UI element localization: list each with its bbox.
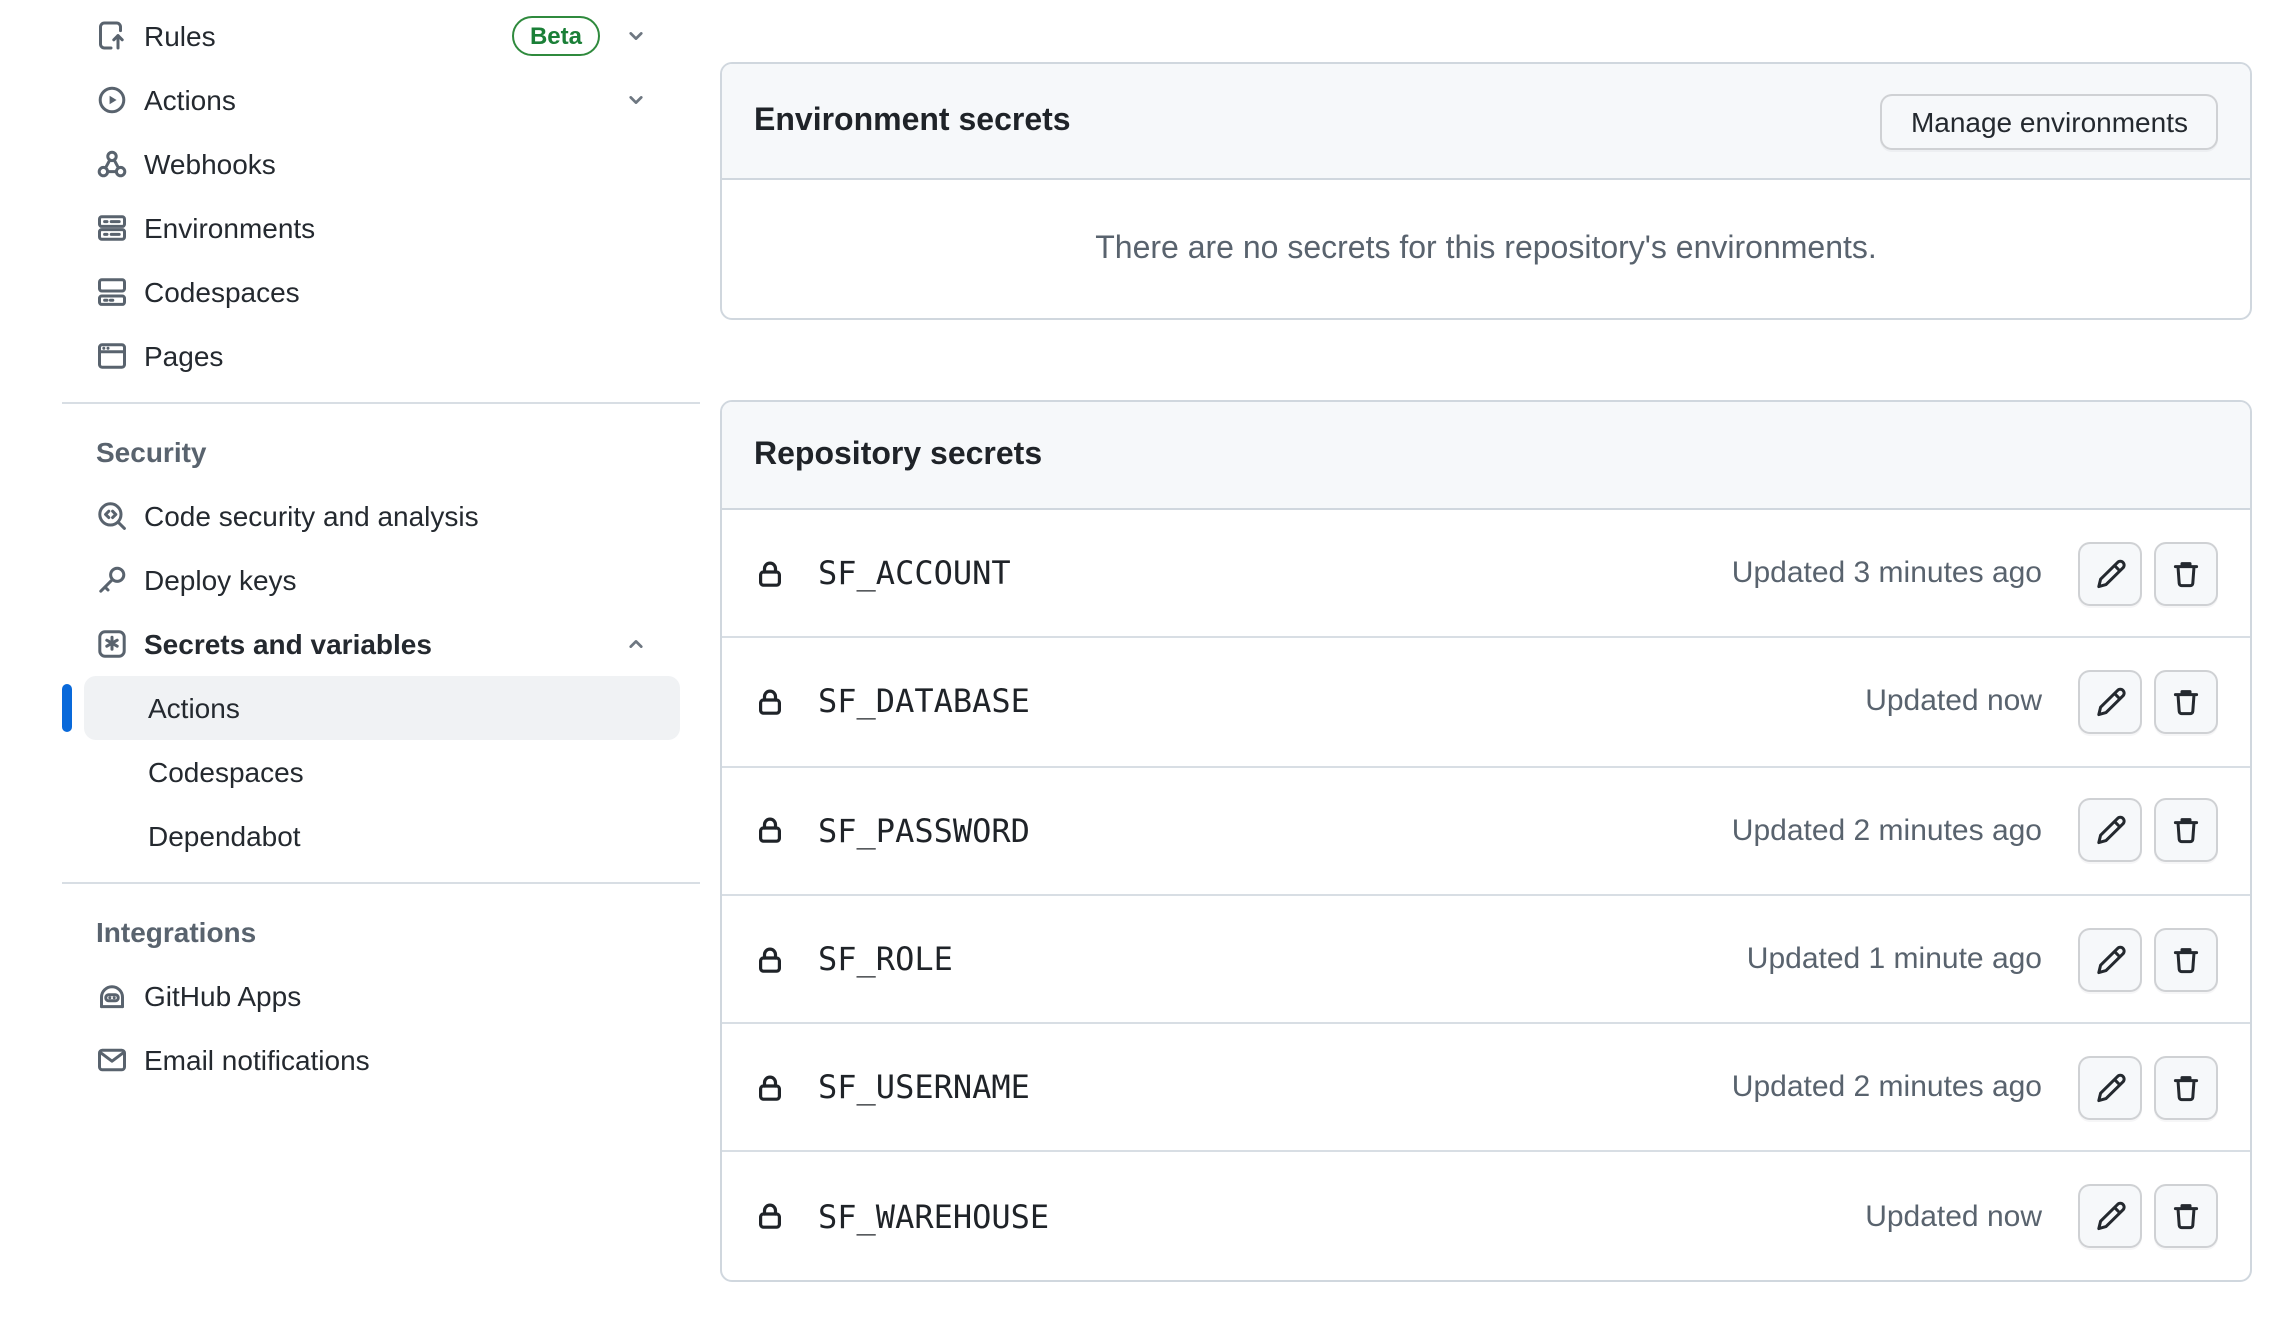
delete-secret-button[interactable] [2154, 798, 2218, 862]
edit-secret-button[interactable] [2078, 798, 2142, 862]
sidebar-item-label: Email notifications [144, 1044, 370, 1076]
sidebar-item-rules[interactable]: Rules Beta [84, 4, 680, 68]
secret-row: SF_ACCOUNT Updated 3 minutes ago [722, 510, 2250, 639]
delete-secret-button[interactable] [2154, 927, 2218, 991]
sidebar-item-label: Rules [144, 20, 216, 52]
sidebar-item-label: Webhooks [144, 148, 276, 180]
key-icon [96, 564, 128, 596]
sidebar-item-label: GitHub Apps [144, 980, 301, 1012]
repository-secrets-header: Repository secrets [722, 402, 2250, 510]
sidebar-section-integrations: Integrations [62, 904, 700, 960]
settings-sidebar: Rules Beta Actions [62, 0, 700, 1092]
delete-secret-button[interactable] [2154, 670, 2218, 734]
sidebar-item-actions[interactable]: Actions [84, 68, 680, 132]
secret-updated: Updated now [1865, 1199, 2042, 1233]
beta-badge: Beta [512, 16, 600, 56]
sidebar-subitem-actions[interactable]: Actions [84, 676, 680, 740]
manage-environments-button[interactable]: Manage environments [1881, 93, 2218, 149]
secret-updated: Updated 2 minutes ago [1732, 813, 2042, 847]
sidebar-item-webhooks[interactable]: Webhooks [84, 132, 680, 196]
lock-icon [754, 1072, 786, 1104]
sidebar-subitem-label: Codespaces [148, 756, 304, 788]
secret-name: SF_USERNAME [818, 1069, 1030, 1107]
secret-updated: Updated 1 minute ago [1747, 942, 2042, 976]
sidebar-item-label: Secrets and variables [144, 628, 432, 660]
edit-secret-button[interactable] [2078, 541, 2142, 605]
github-repo-settings-page: Rules Beta Actions [0, 0, 2294, 1322]
edit-secret-button[interactable] [2078, 670, 2142, 734]
secret-name: SF_ACCOUNT [818, 554, 1011, 592]
sidebar-subitem-codespaces[interactable]: Codespaces [84, 740, 680, 804]
webhook-icon [96, 148, 128, 180]
rules-icon [96, 20, 128, 52]
environment-secrets-card: Environment secrets Manage environments … [720, 62, 2252, 320]
secret-name: SF_PASSWORD [818, 811, 1030, 849]
sidebar-subitem-label: Dependabot [148, 820, 301, 852]
sidebar-item-github-apps[interactable]: GitHub Apps [84, 964, 680, 1028]
secret-row: SF_PASSWORD Updated 2 minutes ago [722, 767, 2250, 896]
edit-secret-button[interactable] [2078, 1184, 2142, 1248]
secret-updated: Updated 3 minutes ago [1732, 556, 2042, 590]
chevron-down-icon [624, 24, 648, 48]
sidebar-item-label: Actions [144, 84, 236, 116]
secret-row: SF_USERNAME Updated 2 minutes ago [722, 1024, 2250, 1153]
delete-secret-button[interactable] [2154, 1056, 2218, 1120]
sidebar-item-email-notifications[interactable]: Email notifications [84, 1028, 680, 1092]
secret-name: SF_ROLE [818, 940, 953, 978]
lock-icon [754, 686, 786, 718]
sidebar-divider [62, 402, 700, 404]
sidebar-item-secrets-and-variables[interactable]: Secrets and variables [84, 612, 680, 676]
lock-icon [754, 814, 786, 846]
server-icon [96, 212, 128, 244]
sidebar-item-label: Code security and analysis [144, 500, 479, 532]
lock-icon [754, 943, 786, 975]
codespaces-icon [96, 276, 128, 308]
secret-updated: Updated now [1865, 685, 2042, 719]
sidebar-item-label: Environments [144, 212, 315, 244]
key-asterisk-icon [96, 628, 128, 660]
secret-row: SF_WAREHOUSE Updated now [722, 1153, 2250, 1280]
browser-icon [96, 340, 128, 372]
sidebar-subitem-dependabot[interactable]: Dependabot [84, 804, 680, 868]
edit-secret-button[interactable] [2078, 927, 2142, 991]
lock-icon [754, 557, 786, 589]
secret-updated: Updated 2 minutes ago [1732, 1071, 2042, 1105]
secret-name: SF_DATABASE [818, 683, 1030, 721]
chevron-down-icon [624, 88, 648, 112]
sidebar-item-codespaces[interactable]: Codespaces [84, 260, 680, 324]
sidebar-item-label: Deploy keys [144, 564, 297, 596]
sidebar-divider [62, 882, 700, 884]
sidebar-subitem-label: Actions [148, 692, 240, 724]
repository-secrets-title: Repository secrets [754, 437, 1042, 473]
delete-secret-button[interactable] [2154, 1184, 2218, 1248]
environment-secrets-header: Environment secrets Manage environments [722, 64, 2250, 180]
environment-secrets-title: Environment secrets [754, 103, 1071, 139]
sidebar-item-pages[interactable]: Pages [84, 324, 680, 388]
secret-row: SF_DATABASE Updated now [722, 639, 2250, 768]
sidebar-item-deploy-keys[interactable]: Deploy keys [84, 548, 680, 612]
sidebar-item-label: Pages [144, 340, 223, 372]
edit-secret-button[interactable] [2078, 1056, 2142, 1120]
secret-row: SF_ROLE Updated 1 minute ago [722, 896, 2250, 1025]
empty-state-message: There are no secrets for this repository… [1095, 231, 1877, 267]
environment-secrets-empty-state: There are no secrets for this repository… [722, 180, 2250, 318]
secret-name: SF_WAREHOUSE [818, 1197, 1049, 1235]
delete-secret-button[interactable] [2154, 541, 2218, 605]
lock-icon [754, 1200, 786, 1232]
play-icon [96, 84, 128, 116]
mail-icon [96, 1044, 128, 1076]
sidebar-section-security: Security [62, 424, 700, 480]
repository-secrets-card: Repository secrets SF_ACCOUNT Updated 3 … [720, 400, 2252, 1282]
sidebar-item-environments[interactable]: Environments [84, 196, 680, 260]
chevron-up-icon [624, 632, 648, 656]
sidebar-item-label: Codespaces [144, 276, 300, 308]
sidebar-item-code-security[interactable]: Code security and analysis [84, 484, 680, 548]
codescan-icon [96, 500, 128, 532]
hubot-icon [96, 980, 128, 1012]
